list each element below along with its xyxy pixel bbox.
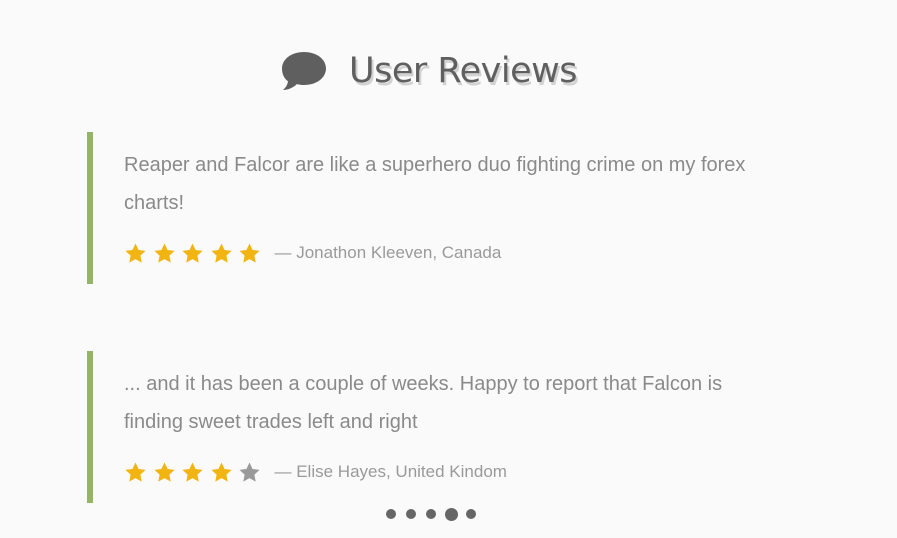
review-author: — Jonathon Kleeven, Canada <box>274 243 502 262</box>
star-rating <box>124 242 267 265</box>
star-filled-icon <box>182 462 203 482</box>
star-filled-icon <box>210 462 232 482</box>
review-quote: ... and it has been a couple of weeks. H… <box>124 373 723 433</box>
carousel-dot[interactable] <box>445 507 458 521</box>
review-author: — Elise Hayes, United Kindom <box>274 462 507 481</box>
carousel-dot[interactable] <box>386 509 396 519</box>
star-filled-icon <box>153 462 175 482</box>
review-rating: — Jonathon Kleeven, Canada <box>124 240 501 266</box>
star-filled-icon <box>210 243 232 263</box>
star-filled-icon <box>125 462 146 482</box>
review-rating: — Elise Hayes, United Kindom <box>124 459 507 485</box>
star-filled-icon <box>153 243 175 263</box>
carousel-dot[interactable] <box>406 509 416 519</box>
carousel-dot[interactable] <box>466 509 476 519</box>
carousel-dot[interactable] <box>426 509 436 519</box>
review-card: ... and it has been a couple of weeks. H… <box>87 351 787 503</box>
star-filled-icon <box>182 243 203 263</box>
page-title: User Reviews <box>349 51 578 91</box>
review-card: Reaper and Falcor are like a superhero d… <box>87 132 787 284</box>
star-filled-icon <box>239 243 260 263</box>
star-empty-icon <box>239 462 260 482</box>
star-rating <box>124 461 267 484</box>
chat-bubble-icon <box>282 52 326 90</box>
reviews-header: User Reviews <box>0 48 897 98</box>
review-quote: Reaper and Falcor are like a superhero d… <box>124 154 746 214</box>
carousel-pager <box>386 506 486 522</box>
star-filled-icon <box>125 243 146 263</box>
